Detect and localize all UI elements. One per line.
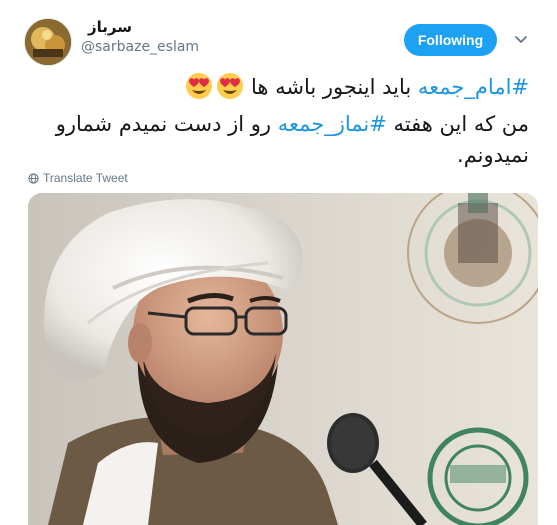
- hashtag-link[interactable]: #امام_جمعه: [418, 75, 529, 99]
- following-button[interactable]: Following: [404, 24, 497, 56]
- avatar[interactable]: [24, 18, 72, 66]
- display-name[interactable]: سرباز: [88, 18, 132, 36]
- translate-label: Translate Tweet: [43, 171, 128, 185]
- tweet-line-1: #امام_جمعه باید اینجور باشه ها: [19, 72, 529, 109]
- tweet-line-2: من که این هفته #نماز_جمعه رو از دست نمید…: [19, 109, 529, 140]
- tweet-photo[interactable]: [28, 193, 538, 525]
- globe-icon: [28, 172, 39, 184]
- translate-tweet-link[interactable]: Translate Tweet: [28, 171, 128, 185]
- tweet-line-3: نمیدونم.: [457, 143, 529, 167]
- tweet-text-fragment: من که این هفته: [386, 112, 529, 136]
- chevron-down-icon[interactable]: [514, 32, 528, 46]
- tweet-text: #امام_جمعه باید اینجور باشه ها من که این…: [19, 72, 529, 171]
- hashtag-link[interactable]: #نماز_جمعه: [278, 112, 387, 136]
- tweet-header: سرباز @sarbaze_eslam Following: [0, 0, 557, 70]
- user-handle[interactable]: @sarbaze_eslam: [81, 39, 199, 55]
- tweet-text-fragment: رو از دست نمیدم شمارو: [55, 112, 278, 136]
- heart-eyes-emoji: [185, 72, 213, 109]
- tweet-text-fragment: باید اینجور باشه ها: [244, 75, 418, 99]
- heart-eyes-emoji: [216, 72, 244, 109]
